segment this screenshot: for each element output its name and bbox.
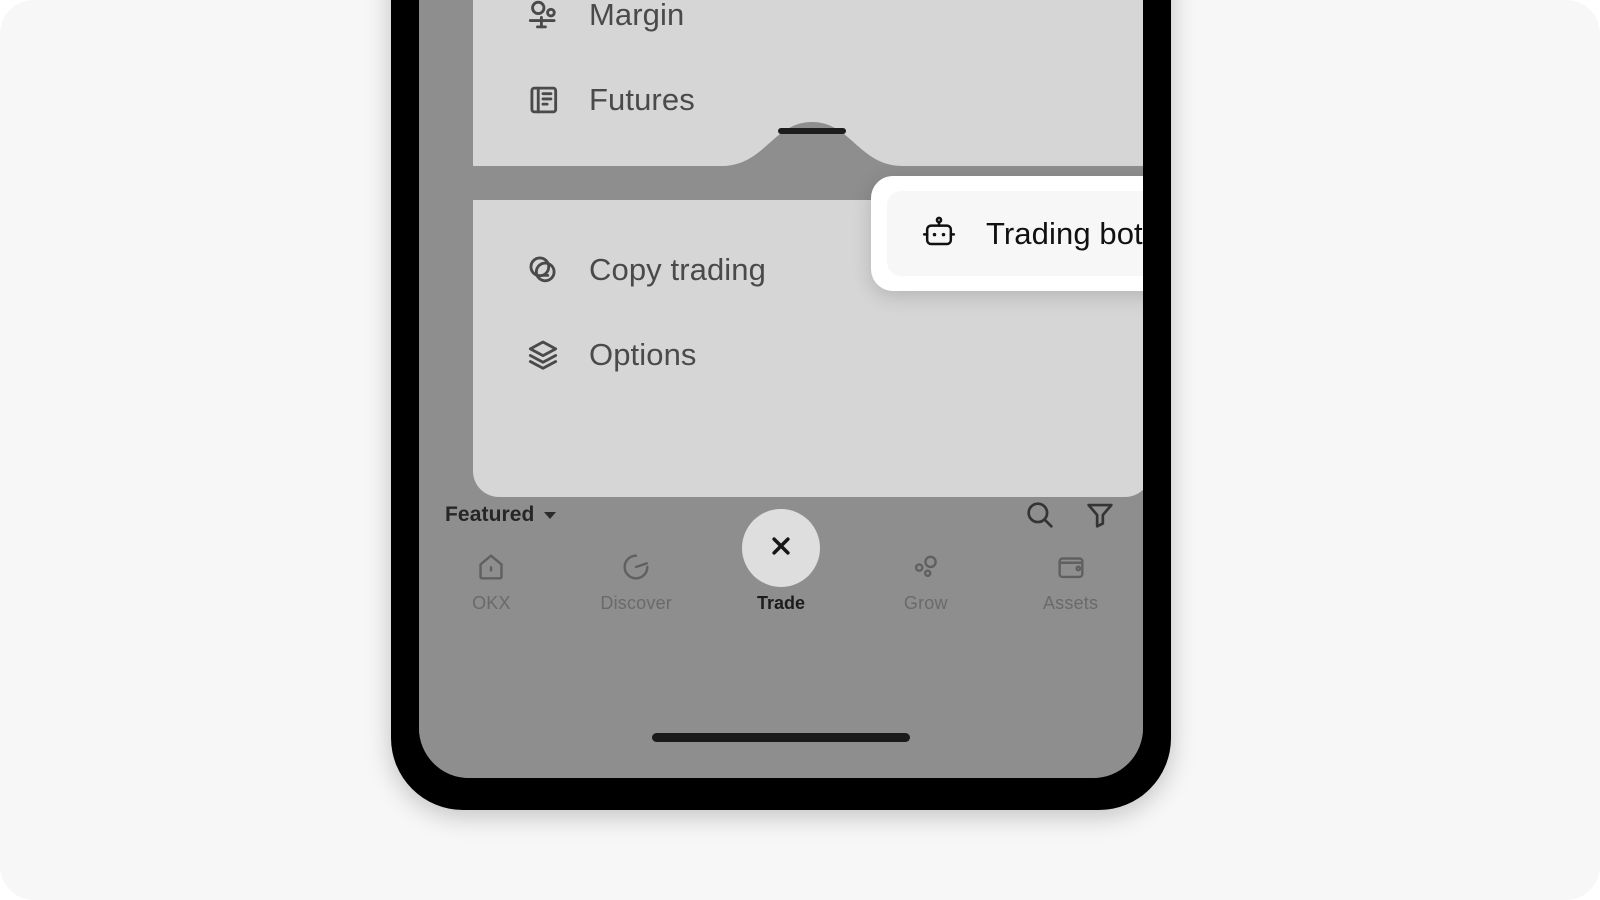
featured-label[interactable]: Featured	[445, 503, 535, 527]
menu-item-options[interactable]: Options	[473, 312, 1143, 397]
phone-frame: A Featured	[391, 0, 1171, 810]
nav-item-grow[interactable]: Grow	[853, 548, 998, 614]
nav-item-discover[interactable]: Discover	[564, 548, 709, 614]
home-icon	[472, 548, 510, 586]
drag-handle[interactable]	[778, 128, 846, 134]
grow-icon	[907, 548, 945, 586]
search-icon[interactable]	[1023, 498, 1057, 532]
filter-icon[interactable]	[1083, 498, 1117, 532]
screenshot-canvas: A Featured	[0, 0, 1600, 900]
nav-item-label: OKX	[472, 593, 511, 613]
menu-item-label: Futures	[589, 81, 695, 117]
menu-item-label: Copy trading	[589, 251, 766, 287]
margin-icon	[523, 0, 563, 35]
close-trade-menu-button[interactable]	[742, 509, 820, 587]
nav-item-okx[interactable]: OKX	[419, 548, 564, 614]
phone-screen: A Featured	[419, 0, 1143, 778]
caret-down-icon[interactable]	[543, 511, 556, 519]
wallet-icon	[1052, 548, 1090, 586]
nav-item-label: Assets	[1042, 593, 1099, 613]
discover-icon	[617, 548, 655, 586]
futures-icon	[523, 80, 563, 120]
nav-item-label-trade: Trade	[756, 593, 806, 613]
nav-item-label: Grow	[903, 593, 948, 613]
robot-icon	[918, 213, 960, 255]
options-icon	[523, 335, 563, 375]
menu-item-label: Options	[589, 336, 697, 372]
selected-menu-item-row[interactable]: Trading bots	[887, 191, 1143, 276]
menu-item-margin[interactable]: Margin	[473, 0, 1143, 57]
menu-item-label: Margin	[589, 0, 685, 32]
close-icon	[766, 531, 796, 566]
copy-trading-icon	[523, 250, 563, 290]
selected-menu-item-card[interactable]: Trading bots	[871, 176, 1143, 291]
home-indicator	[652, 733, 910, 742]
nav-item-label: Discover	[600, 593, 672, 613]
selected-menu-item-label: Trading bots	[986, 215, 1143, 251]
nav-item-assets[interactable]: Assets	[998, 548, 1143, 614]
